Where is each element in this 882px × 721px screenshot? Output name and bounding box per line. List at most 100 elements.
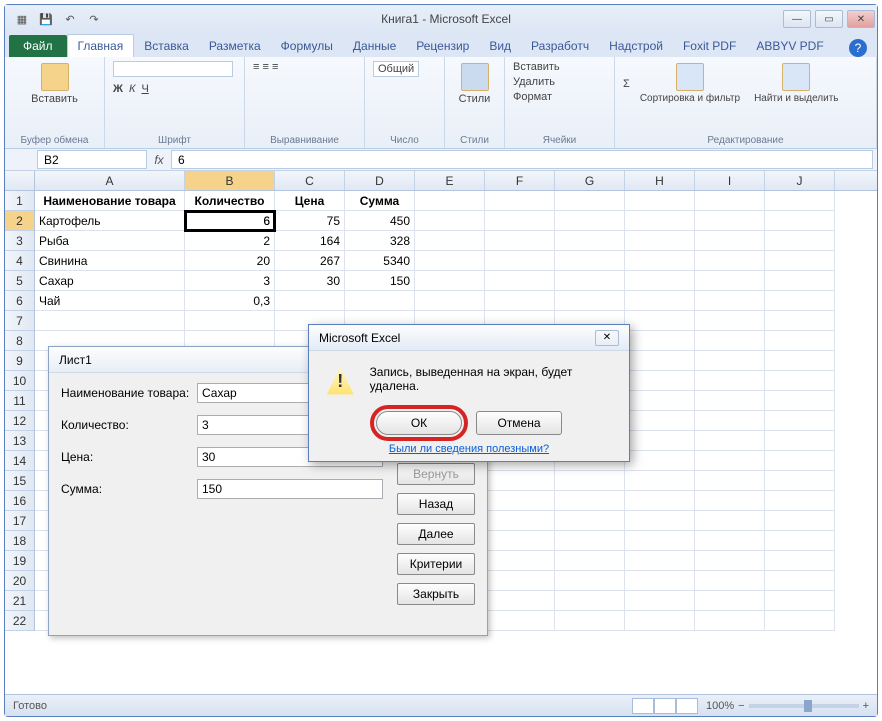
cell[interactable] <box>555 511 625 531</box>
cell[interactable] <box>765 591 835 611</box>
message-ok-button[interactable]: ОК <box>376 411 462 435</box>
row-header[interactable]: 7 <box>5 311 34 331</box>
cell[interactable]: Рыба <box>35 231 185 251</box>
cell[interactable] <box>625 191 695 211</box>
row-header[interactable]: 19 <box>5 551 34 571</box>
name-box[interactable]: B2 <box>37 150 147 169</box>
cell[interactable]: 0,3 <box>185 291 275 311</box>
cell[interactable]: Сахар <box>35 271 185 291</box>
tab-insert[interactable]: Вставка <box>134 35 199 57</box>
row-header[interactable]: 6 <box>5 291 34 311</box>
cell[interactable] <box>695 551 765 571</box>
cell[interactable] <box>555 191 625 211</box>
cell[interactable]: 164 <box>275 231 345 251</box>
cell[interactable] <box>765 471 835 491</box>
cell[interactable] <box>625 231 695 251</box>
cell[interactable] <box>625 591 695 611</box>
cell[interactable] <box>695 371 765 391</box>
cell[interactable]: 3 <box>185 271 275 291</box>
cell[interactable] <box>765 371 835 391</box>
cell[interactable] <box>695 471 765 491</box>
maximize-button[interactable]: ▭ <box>815 10 843 28</box>
tab-file[interactable]: Файл <box>9 35 67 57</box>
cell[interactable] <box>765 231 835 251</box>
cell[interactable] <box>765 191 835 211</box>
cell[interactable] <box>415 191 485 211</box>
form-return-button[interactable]: Вернуть <box>397 463 475 485</box>
zoom-plus-button[interactable]: + <box>863 700 869 712</box>
tab-developer[interactable]: Разработч <box>521 35 599 57</box>
cell[interactable]: 20 <box>185 251 275 271</box>
sort-filter-button[interactable]: Сортировка и фильтр <box>636 61 744 106</box>
cell[interactable] <box>555 291 625 311</box>
cell[interactable] <box>555 591 625 611</box>
tab-addin[interactable]: Надстрой <box>599 35 673 57</box>
form-criteria-button[interactable]: Критерии <box>397 553 475 575</box>
cell[interactable] <box>555 471 625 491</box>
cell[interactable] <box>625 311 695 331</box>
select-all-corner[interactable] <box>5 171 35 191</box>
cell[interactable] <box>625 511 695 531</box>
column-header[interactable]: J <box>765 171 835 190</box>
cell[interactable] <box>625 211 695 231</box>
tab-view[interactable]: Вид <box>479 35 521 57</box>
cell[interactable] <box>415 291 485 311</box>
cell[interactable] <box>765 611 835 631</box>
cell[interactable] <box>765 511 835 531</box>
cell[interactable] <box>625 551 695 571</box>
cell[interactable] <box>695 231 765 251</box>
row-header[interactable]: 2 <box>5 211 34 231</box>
cell[interactable]: 2 <box>185 231 275 251</box>
cell[interactable] <box>415 231 485 251</box>
row-header[interactable]: 3 <box>5 231 34 251</box>
form-next-button[interactable]: Далее <box>397 523 475 545</box>
cell[interactable] <box>485 511 555 531</box>
tab-data[interactable]: Данные <box>343 35 406 57</box>
column-header[interactable]: A <box>35 171 185 190</box>
cell[interactable] <box>765 551 835 571</box>
cell[interactable] <box>345 291 415 311</box>
cell[interactable] <box>485 231 555 251</box>
tab-formulas[interactable]: Формулы <box>271 35 343 57</box>
autosum-icon[interactable]: Σ <box>623 78 630 90</box>
cell[interactable] <box>625 251 695 271</box>
tab-foxit[interactable]: Foxit PDF <box>673 35 746 57</box>
row-header[interactable]: 13 <box>5 431 34 451</box>
column-header[interactable]: F <box>485 171 555 190</box>
cell[interactable] <box>695 271 765 291</box>
column-header[interactable]: H <box>625 171 695 190</box>
cell[interactable] <box>415 271 485 291</box>
cell[interactable]: 5340 <box>345 251 415 271</box>
row-header[interactable]: 20 <box>5 571 34 591</box>
cell[interactable] <box>765 451 835 471</box>
fx-button[interactable]: fx <box>147 149 171 170</box>
cell[interactable] <box>625 371 695 391</box>
help-icon[interactable]: ? <box>849 39 867 57</box>
cell[interactable] <box>625 471 695 491</box>
cell[interactable] <box>695 291 765 311</box>
tab-abbyv[interactable]: ABBYV PDF <box>746 35 833 57</box>
cell[interactable] <box>625 271 695 291</box>
cell[interactable]: 450 <box>345 211 415 231</box>
cell[interactable]: Наименование товара <box>35 191 185 211</box>
cell[interactable] <box>485 611 555 631</box>
row-header[interactable]: 15 <box>5 471 34 491</box>
cell[interactable] <box>695 211 765 231</box>
cell[interactable]: 75 <box>275 211 345 231</box>
cell[interactable] <box>625 351 695 371</box>
message-dialog-close-button[interactable]: ✕ <box>595 330 619 346</box>
row-header[interactable]: 8 <box>5 331 34 351</box>
cell[interactable] <box>625 331 695 351</box>
row-header[interactable]: 22 <box>5 611 34 631</box>
cell[interactable]: 30 <box>275 271 345 291</box>
row-header[interactable]: 10 <box>5 371 34 391</box>
cell[interactable]: 328 <box>345 231 415 251</box>
cell[interactable]: 267 <box>275 251 345 271</box>
cell[interactable] <box>625 491 695 511</box>
cell[interactable] <box>625 571 695 591</box>
cell[interactable] <box>625 291 695 311</box>
row-header[interactable]: 12 <box>5 411 34 431</box>
cell[interactable] <box>695 511 765 531</box>
cell[interactable]: Цена <box>275 191 345 211</box>
cells-insert-button[interactable]: Вставить <box>513 61 560 73</box>
